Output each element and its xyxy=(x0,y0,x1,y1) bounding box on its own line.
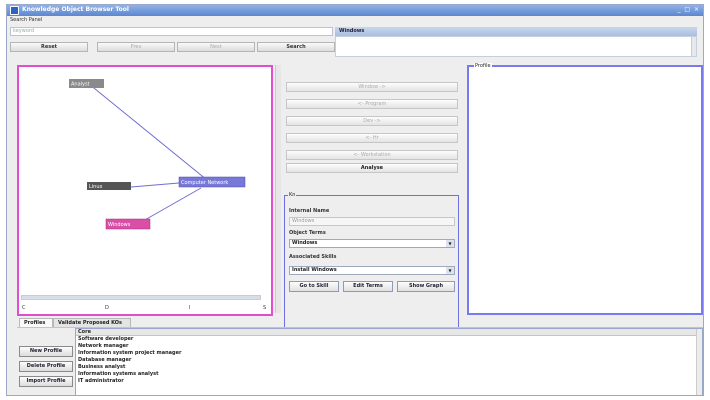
import-profile-button[interactable]: Import Profile xyxy=(19,376,73,387)
associated-skills-select[interactable]: Install Windows ▼ xyxy=(289,266,455,275)
window-title: Knowledge Object Browser Tool xyxy=(22,6,129,13)
edge-windows-network xyxy=(142,187,202,222)
navigation-panel: Window -> <- Program Dev -> <- Hr <- Wor… xyxy=(283,65,461,355)
profile-panel-legend: Profile xyxy=(474,63,492,69)
profiles-section: New Profile Delete Profile Import Profil… xyxy=(17,327,703,396)
app-window: Knowledge Object Browser Tool _ □ × Sear… xyxy=(6,4,704,396)
associated-skills-label: Associated Skills xyxy=(289,254,337,260)
nav-workstation-button[interactable]: <- Workstation xyxy=(286,150,458,160)
graph-panel[interactable]: Analyst Linux Computer Network Windows C… xyxy=(17,65,273,316)
node-analyst-label: Analyst xyxy=(71,82,90,88)
internal-name-label: Internal Name xyxy=(289,208,330,214)
graph-axis-label: I xyxy=(189,305,191,311)
panel-splitter[interactable] xyxy=(275,65,281,313)
search-input[interactable]: keyword xyxy=(10,27,333,36)
graph-axis-label: D xyxy=(105,305,109,311)
internal-name-field[interactable]: Windows xyxy=(289,217,455,226)
list-item[interactable]: Network manager xyxy=(76,343,702,350)
chevron-down-icon[interactable]: ▼ xyxy=(446,267,454,274)
title-bar: Knowledge Object Browser Tool _ □ × xyxy=(7,5,703,16)
delete-profile-button[interactable]: Delete Profile xyxy=(19,361,73,372)
next-button[interactable]: Next xyxy=(177,42,255,52)
nav-program-button[interactable]: <- Program xyxy=(286,99,458,109)
associated-skills-value: Install Windows xyxy=(292,267,337,273)
graph-canvas: Analyst Linux Computer Network Windows xyxy=(69,79,246,230)
analyse-button[interactable]: Analyse xyxy=(286,163,458,173)
search-button[interactable]: Search xyxy=(257,42,335,52)
go-to-skill-button[interactable]: Go to Skill xyxy=(289,281,339,292)
edit-terms-button[interactable]: Edit Terms xyxy=(343,281,393,292)
list-column-header: Core xyxy=(76,329,702,336)
nav-hr-button[interactable]: <- Hr xyxy=(286,133,458,143)
app-icon xyxy=(10,6,19,15)
list-item[interactable]: Business analyst xyxy=(76,364,702,371)
graph-scroll-thumb[interactable] xyxy=(22,296,260,299)
list-item[interactable]: Software developer xyxy=(76,336,702,343)
object-terms-value: Windows xyxy=(292,240,318,246)
windows-panel-header: Windows xyxy=(335,27,697,36)
tab-validate-proposed-kos[interactable]: Validate Proposed KOs xyxy=(53,318,131,327)
search-panel-label: Search Panel xyxy=(10,17,43,23)
edge-analyst-network xyxy=(88,83,208,181)
list-item[interactable]: IT administrator xyxy=(76,378,702,385)
graph-horizontal-scrollbar[interactable] xyxy=(21,295,261,300)
edge-linux-network xyxy=(130,182,180,188)
list-item[interactable]: Information systems analyst xyxy=(76,371,702,378)
list-item[interactable]: Database manager xyxy=(76,357,702,364)
profiles-list[interactable]: Core Software developer Network manager … xyxy=(75,328,703,396)
prev-button[interactable]: Prev xyxy=(97,42,175,52)
graph-axis-label: C xyxy=(22,305,26,311)
kn-panel-legend: Kn xyxy=(288,192,297,198)
list-item[interactable]: Information system project manager xyxy=(76,350,702,357)
chevron-down-icon[interactable]: ▼ xyxy=(446,240,454,247)
profiles-list-scrollbar[interactable] xyxy=(696,329,702,395)
new-profile-button[interactable]: New Profile xyxy=(19,346,73,357)
show-graph-button[interactable]: Show Graph xyxy=(397,281,455,292)
graph-axis-label: S xyxy=(263,305,267,311)
tab-profiles[interactable]: Profiles xyxy=(19,318,53,327)
profile-panel: Profile xyxy=(467,63,703,315)
node-windows-label: Windows xyxy=(108,222,131,228)
object-terms-label: Object Terms xyxy=(289,230,326,236)
object-terms-select[interactable]: Windows ▼ xyxy=(289,239,455,248)
node-computer-network-label: Computer Network xyxy=(181,180,228,186)
nav-window-button[interactable]: Window -> xyxy=(286,82,458,92)
nav-dev-button[interactable]: Dev -> xyxy=(286,116,458,126)
reset-button[interactable]: Reset xyxy=(10,42,88,52)
windows-panel-body xyxy=(335,36,697,57)
windows-scrollbar[interactable] xyxy=(691,37,696,56)
node-linux-label: Linux xyxy=(89,184,103,190)
window-controls[interactable]: _ □ × xyxy=(677,6,700,13)
